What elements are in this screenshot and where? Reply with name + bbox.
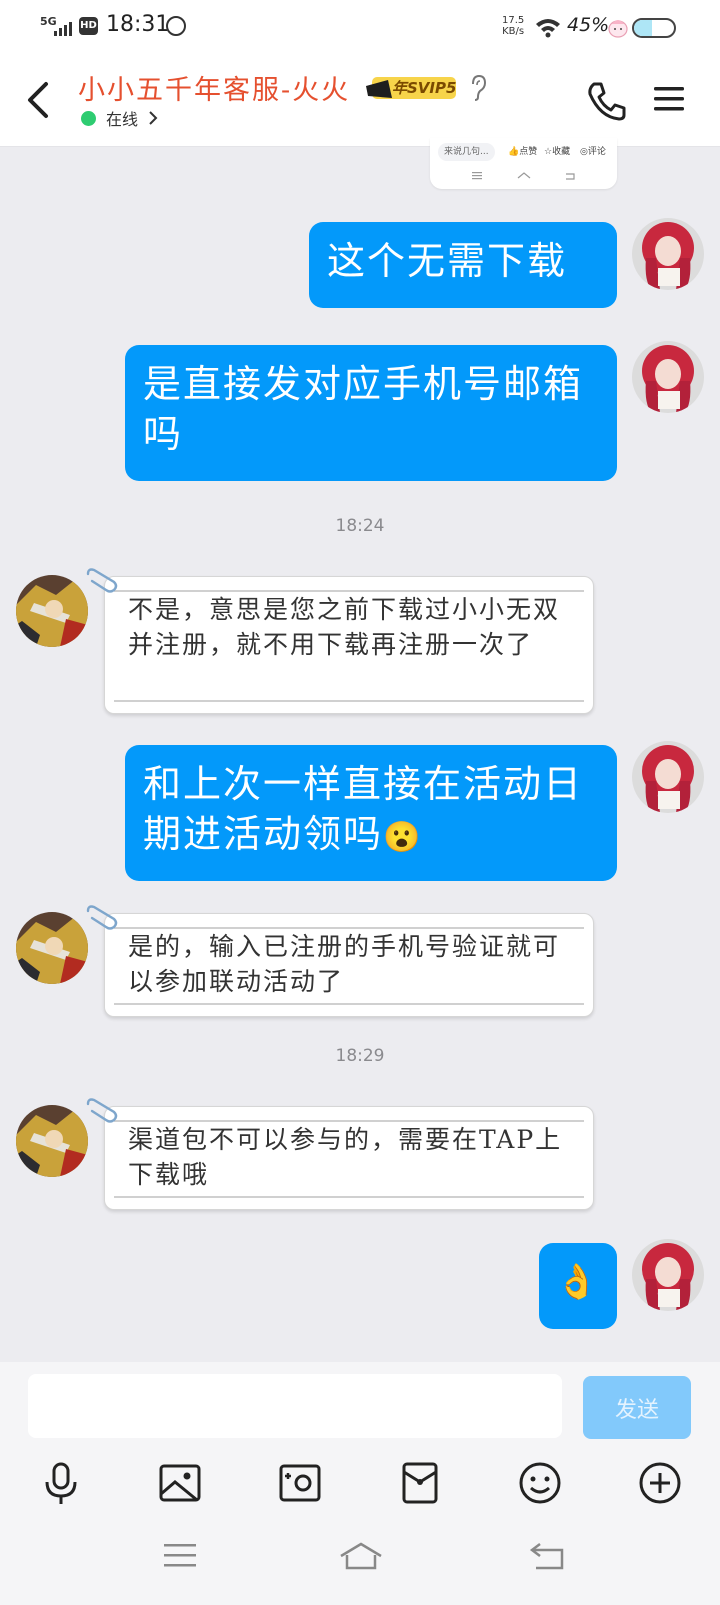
- message-timestamp: 18:29: [335, 1046, 385, 1066]
- network-label: 5G: [40, 15, 57, 28]
- message-bubble-outgoing[interactable]: 这个无需下载: [309, 222, 617, 308]
- status-bar: 5G HD 18:31 17.5 KB/s 45%: [0, 0, 720, 52]
- back-icon[interactable]: [528, 1538, 568, 1574]
- avatar[interactable]: [632, 218, 704, 290]
- avatar[interactable]: [632, 1239, 704, 1311]
- battery-fill: [634, 20, 652, 36]
- message-bubble-incoming[interactable]: 渠道包不可以参与的，需要在TAP上下载哦: [86, 1098, 594, 1210]
- message-bubble-incoming[interactable]: 是的，输入已注册的手机号验证就可以参加联动活动了: [86, 905, 594, 1017]
- message-input[interactable]: [28, 1374, 562, 1438]
- wifi-icon: [536, 19, 560, 38]
- speed-value: 17.5: [502, 15, 525, 26]
- home-icon[interactable]: [338, 1538, 384, 1574]
- dnd-icon: [166, 16, 186, 36]
- user-avatar-image: [632, 341, 704, 413]
- notepaper-lines: [114, 1003, 584, 1005]
- speed-unit: KB/s: [502, 26, 525, 37]
- user-avatar-image: [632, 218, 704, 290]
- like-label: 点赞: [519, 147, 538, 157]
- message-timestamp: 18:24: [335, 516, 385, 536]
- battery-percent: 45%: [567, 14, 610, 36]
- emoji-icon[interactable]: [515, 1458, 565, 1508]
- pet-icon: [608, 20, 628, 38]
- camera-icon[interactable]: [275, 1458, 325, 1508]
- message-bubble-incoming[interactable]: 不是，意思是您之前下载过小小无双并注册，就不用下载再注册一次了: [86, 568, 594, 714]
- contact-avatar-image: [16, 1105, 88, 1177]
- chevron-right-icon[interactable]: [147, 109, 159, 127]
- paperclip-icon: [86, 905, 118, 930]
- surprised-emoji-icon: 😮: [383, 820, 423, 855]
- ok-hand-emoji-icon: 👌: [555, 1262, 601, 1302]
- message-text: 不是，意思是您之前下载过小小无双并注册，就不用下载再注册一次了: [128, 595, 561, 659]
- paperclip-icon: [86, 1098, 118, 1123]
- user-avatar-image: [632, 741, 704, 813]
- avatar[interactable]: [16, 1105, 88, 1177]
- like-action: 👍点赞: [508, 147, 538, 157]
- user-avatar-image: [632, 1239, 704, 1311]
- ear-icon[interactable]: [468, 74, 488, 102]
- message-text: 这个无需下载: [327, 239, 568, 283]
- system-navigation-bar: [0, 1508, 720, 1605]
- avatar[interactable]: [632, 741, 704, 813]
- message-text: 和上次一样直接在活动日期进活动领吗: [143, 762, 584, 856]
- battery-icon: [632, 18, 676, 38]
- vip-badge[interactable]: 年SVIP5: [366, 74, 458, 102]
- chat-header: 小小五千年客服-火火 年SVIP5 在线: [0, 52, 720, 147]
- favorite-label: 收藏: [552, 147, 571, 157]
- message-bubble-outgoing[interactable]: 👌: [539, 1243, 617, 1329]
- paperclip-icon: [86, 568, 118, 593]
- network-speed: 17.5 KB/s: [502, 15, 524, 37]
- avatar[interactable]: [16, 912, 88, 984]
- contact-avatar-image: [16, 575, 88, 647]
- message-bubble-outgoing[interactable]: 和上次一样直接在活动日期进活动领吗😮: [125, 745, 617, 881]
- microphone-icon[interactable]: [36, 1458, 86, 1508]
- back-button[interactable]: [22, 78, 58, 122]
- message-text: 渠道包不可以参与的，需要在TAP上下载哦: [128, 1125, 563, 1189]
- message-text: 是直接发对应手机号邮箱吗: [143, 362, 584, 456]
- card-nav-icons: [472, 172, 575, 180]
- contact-avatar-image: [16, 912, 88, 984]
- avatar[interactable]: [16, 575, 88, 647]
- clock: 18:31: [106, 12, 170, 37]
- shared-card[interactable]: 来说几句... 👍点赞 ☆收藏 ◎评论: [430, 138, 617, 189]
- comment-label: 评论: [587, 147, 606, 157]
- menu-icon[interactable]: [160, 1538, 200, 1574]
- vip-label: 年SVIP5: [392, 79, 457, 97]
- menu-icon[interactable]: [652, 82, 686, 116]
- notepaper-lines: [114, 1196, 584, 1198]
- hd-badge: HD: [79, 17, 98, 35]
- online-status[interactable]: 在线: [106, 106, 138, 130]
- comment-action: ◎评论: [580, 147, 606, 157]
- message-bubble-outgoing[interactable]: 是直接发对应手机号邮箱吗: [125, 345, 617, 481]
- call-button[interactable]: [586, 80, 626, 122]
- favorite-action: ☆收藏: [544, 147, 571, 157]
- message-text: 是的，输入已注册的手机号验证就可以参加联动活动了: [128, 932, 561, 996]
- red-packet-icon[interactable]: [395, 1458, 445, 1508]
- notepaper-lines: [114, 700, 584, 702]
- signal-icon: 5G: [40, 15, 72, 36]
- contact-name[interactable]: 小小五千年客服-火火: [78, 68, 350, 107]
- send-button[interactable]: 发送: [583, 1376, 691, 1439]
- image-icon[interactable]: [155, 1458, 205, 1508]
- plus-icon[interactable]: [635, 1458, 685, 1508]
- comment-input-preview: 来说几句...: [438, 143, 495, 161]
- avatar[interactable]: [632, 341, 704, 413]
- online-status-dot: [81, 111, 96, 126]
